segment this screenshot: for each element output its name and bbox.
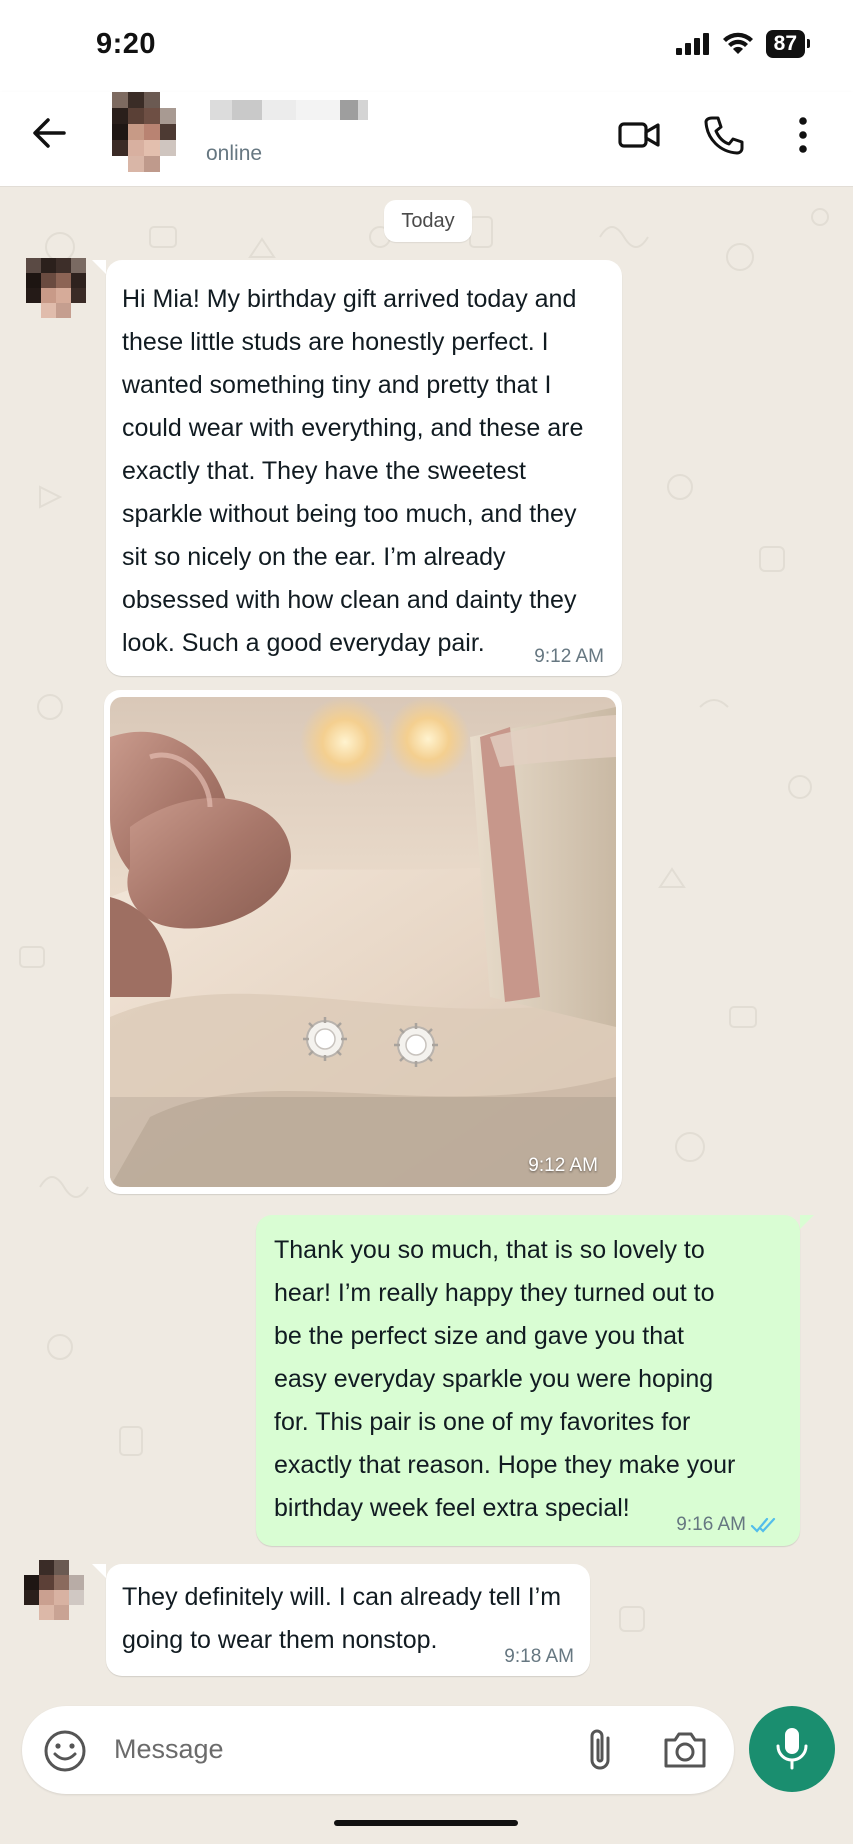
contact-status: online	[206, 142, 263, 165]
read-receipt-icon	[750, 1517, 776, 1533]
message-text: Thank you so much, that is so lovely to …	[274, 1236, 736, 1522]
home-indicator	[334, 1820, 518, 1826]
status-icons: 87	[675, 30, 811, 58]
status-time: 9:20	[96, 28, 157, 60]
voice-message-button[interactable]	[749, 1706, 835, 1792]
back-arrow-icon[interactable]	[28, 112, 70, 154]
message-bubble-outgoing[interactable]: Thank you so much, that is so lovely to …	[256, 1215, 800, 1546]
camera-icon[interactable]	[662, 1728, 708, 1772]
sender-avatar[interactable]	[26, 258, 86, 318]
more-options-icon[interactable]	[780, 112, 826, 158]
signal-icon	[675, 33, 709, 55]
microphone-icon	[776, 1728, 808, 1770]
phone-call-icon[interactable]	[700, 112, 746, 158]
wifi-icon	[722, 32, 753, 54]
message-time: 9:12 AM	[528, 1155, 598, 1176]
message-composer[interactable]: Message	[22, 1706, 734, 1794]
bubble-tail	[92, 1564, 106, 1578]
message-bubble-incoming[interactable]: Hi Mia! My birthday gift arrived today a…	[106, 260, 622, 676]
earrings-photo[interactable]: 9:12 AM	[110, 697, 616, 1187]
message-text: Hi Mia! My birthday gift arrived today a…	[122, 285, 584, 657]
message-time: 9:18 AM	[504, 1646, 574, 1667]
bubble-tail	[800, 1215, 814, 1229]
video-call-icon[interactable]	[616, 112, 662, 158]
message-bubble-incoming[interactable]: They definitely will. I can already tell…	[106, 1564, 590, 1676]
attachment-icon[interactable]	[582, 1726, 622, 1774]
battery-indicator: 87	[765, 30, 811, 58]
message-time: 9:16 AM	[676, 1514, 746, 1535]
contact-avatar[interactable]	[104, 92, 184, 172]
bubble-tail	[92, 260, 106, 274]
emoji-icon[interactable]	[42, 1728, 88, 1774]
message-input[interactable]: Message	[114, 1734, 224, 1765]
contact-name-redacted[interactable]	[210, 100, 368, 120]
date-separator: Today	[384, 200, 472, 242]
message-time: 9:12 AM	[534, 646, 604, 667]
chat-header: online	[0, 92, 853, 187]
status-bar: 9:20 87	[0, 0, 853, 92]
sender-avatar[interactable]	[24, 1560, 84, 1620]
